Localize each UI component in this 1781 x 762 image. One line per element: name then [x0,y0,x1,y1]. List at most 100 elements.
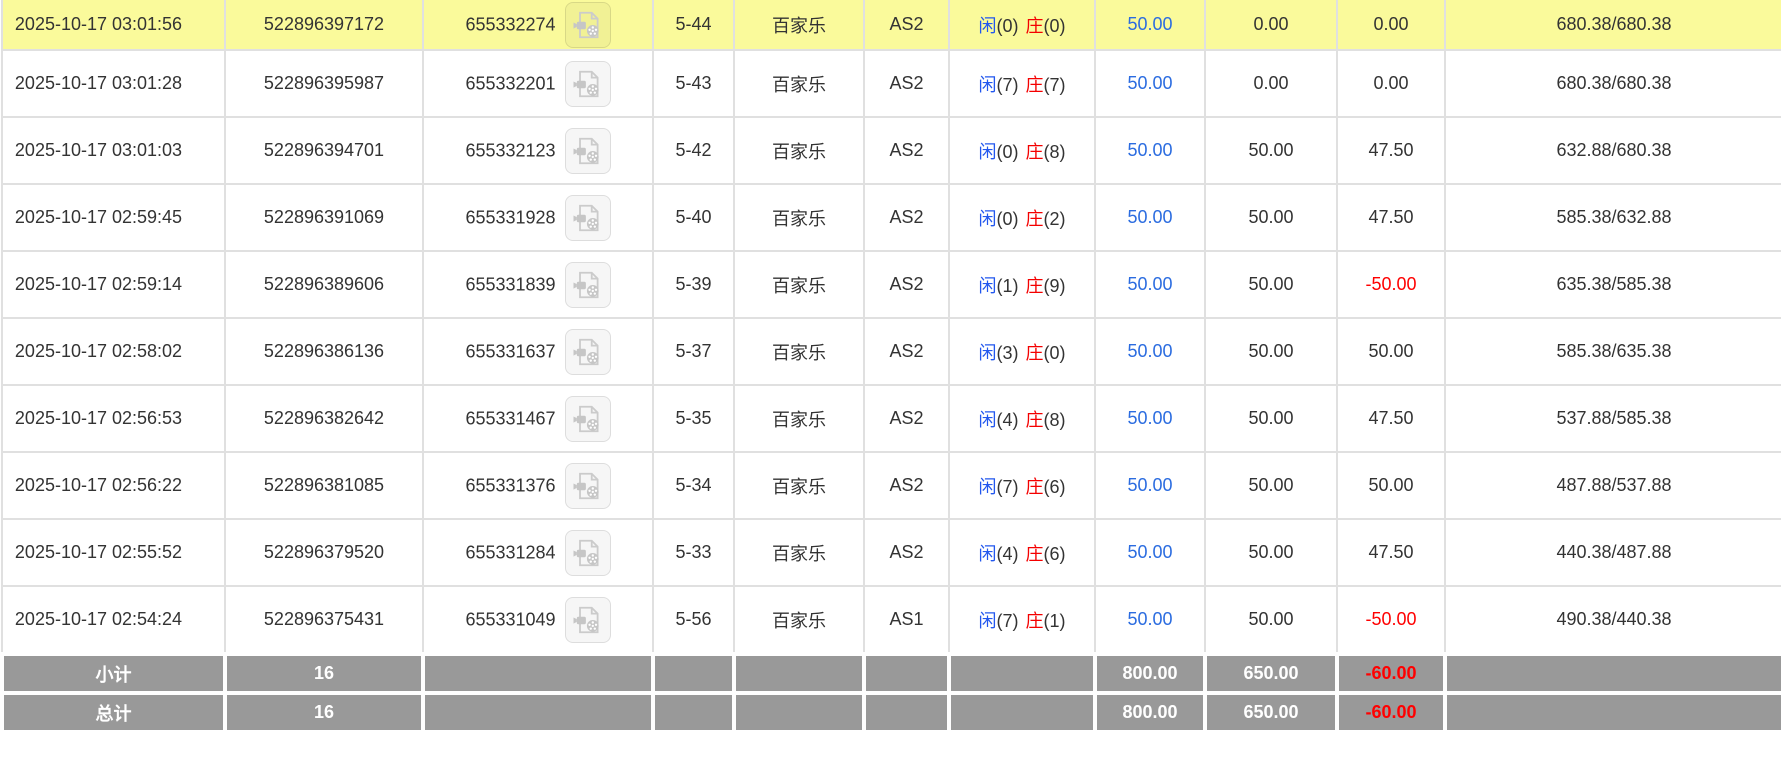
player-points: (0) [996,141,1019,162]
bet-amount-link[interactable]: 50.00 [1127,408,1172,428]
cell-summary-count: 16 [223,691,425,734]
cell-bet-amount: 50.00 [1094,384,1206,453]
video-replay-button[interactable] [564,127,611,174]
cell-summary-empty [421,691,655,734]
cell-table-round: 5-44 [652,0,735,51]
cell-order-number: 522896381085 [224,451,424,520]
cell-valid-amount: 50.00 [1204,518,1338,587]
video-replay-button[interactable] [564,261,611,308]
cell-game-result: 闲(4) 庄(8) [948,384,1096,453]
cell-summary-empty [862,691,951,734]
cell-summary-empty [651,691,736,734]
cell-balance: 585.38/635.38 [1444,317,1781,386]
player-points: (7) [996,476,1019,497]
cell-order-number: 522896389606 [224,250,424,319]
banker-label: 庄 [1025,141,1044,162]
bet-rows-body: 2025-10-17 03:01:56 522896397172 6553322… [1,0,1781,655]
cell-valid-amount: 0.00 [1204,0,1338,51]
round-number: 655331049 [465,609,556,629]
cell-summary-empty [732,652,866,695]
cell-game-type: 百家乐 [733,585,865,655]
cell-game-type: 百家乐 [733,0,865,51]
video-replay-button[interactable] [564,1,611,48]
banker-label: 庄 [1025,543,1044,564]
video-replay-button[interactable] [564,395,611,442]
player-label: 闲 [978,409,997,430]
video-camera-icon [573,70,599,97]
cell-summary-valid: 650.00 [1203,691,1339,734]
cell-round-number: 655331467 [422,384,654,453]
video-replay-button[interactable] [564,462,611,509]
round-number: 655331928 [465,207,556,227]
summary-row: 总计 16 800.00 650.00 -60.00 [0,691,1781,734]
cell-table-round: 5-35 [652,384,735,453]
cell-bet-time: 2025-10-17 02:59:45 [1,183,226,252]
video-replay-button[interactable] [564,328,611,375]
video-replay-button[interactable] [564,529,611,576]
cell-round-number: 655331637 [422,317,654,386]
cell-bet-time: 2025-10-17 02:55:52 [1,518,226,587]
bet-amount-link[interactable]: 50.00 [1127,73,1172,93]
cell-game-result: 闲(1) 庄(9) [948,250,1096,319]
cell-round-number: 655332123 [422,116,654,185]
player-points: (4) [996,543,1019,564]
cell-bet-amount: 50.00 [1094,0,1206,51]
cell-balance: 680.38/680.38 [1444,49,1781,118]
cell-valid-amount: 0.00 [1204,49,1338,118]
cell-summary-bet: 800.00 [1093,691,1207,734]
bet-amount-link[interactable]: 50.00 [1127,207,1172,227]
player-label: 闲 [978,74,997,95]
banker-label: 庄 [1025,208,1044,229]
cell-bet-amount: 50.00 [1094,49,1206,118]
cell-table-code: AS2 [863,317,950,386]
cell-summary-empty [421,652,655,695]
cell-summary-empty [1443,691,1781,734]
cell-bet-time: 2025-10-17 02:59:14 [1,250,226,319]
bet-record-row: 2025-10-17 02:59:45 522896391069 6553319… [1,183,1781,252]
video-camera-icon [573,472,599,499]
cell-balance: 635.38/585.38 [1444,250,1781,319]
cell-win-loss: 0.00 [1336,0,1446,51]
cell-win-loss: 47.50 [1336,183,1446,252]
player-label: 闲 [978,610,997,631]
cell-round-number: 655331928 [422,183,654,252]
bet-record-row: 2025-10-17 02:54:24 522896375431 6553310… [1,585,1781,655]
cell-order-number: 522896386136 [224,317,424,386]
cell-table-code: AS2 [863,451,950,520]
video-replay-button[interactable] [564,194,611,241]
cell-game-type: 百家乐 [733,49,865,118]
cell-table-code: AS2 [863,49,950,118]
cell-table-code: AS2 [863,116,950,185]
bet-amount-link[interactable]: 50.00 [1127,140,1172,160]
cell-game-type: 百家乐 [733,518,865,587]
cell-summary-empty [862,652,951,695]
bet-amount-link[interactable]: 50.00 [1127,274,1172,294]
cell-table-round: 5-42 [652,116,735,185]
banker-points: (0) [1043,15,1066,36]
cell-summary-label: 总计 [0,691,227,734]
player-label: 闲 [978,208,997,229]
player-label: 闲 [978,476,997,497]
cell-bet-amount: 50.00 [1094,116,1206,185]
bet-amount-link[interactable]: 50.00 [1127,475,1172,495]
cell-summary-empty [947,652,1097,695]
banker-label: 庄 [1025,476,1044,497]
bet-amount-link[interactable]: 50.00 [1127,542,1172,562]
bet-record-row: 2025-10-17 03:01:03 522896394701 6553321… [1,116,1781,185]
cell-summary-valid: 650.00 [1203,652,1339,695]
video-replay-button[interactable] [564,596,611,643]
cell-game-result: 闲(0) 庄(8) [948,116,1096,185]
cell-game-result: 闲(0) 庄(0) [948,0,1096,51]
cell-valid-amount: 50.00 [1204,451,1338,520]
video-replay-button[interactable] [564,60,611,107]
cell-table-round: 5-40 [652,183,735,252]
bet-record-row: 2025-10-17 02:56:53 522896382642 6553314… [1,384,1781,453]
banker-points: (8) [1043,409,1066,430]
bet-amount-link[interactable]: 50.00 [1127,14,1172,34]
bet-amount-link[interactable]: 50.00 [1127,341,1172,361]
cell-game-result: 闲(4) 庄(6) [948,518,1096,587]
bet-amount-link[interactable]: 50.00 [1127,609,1172,629]
cell-balance: 440.38/487.88 [1444,518,1781,587]
video-camera-icon [573,11,599,38]
cell-order-number: 522896375431 [224,585,424,655]
